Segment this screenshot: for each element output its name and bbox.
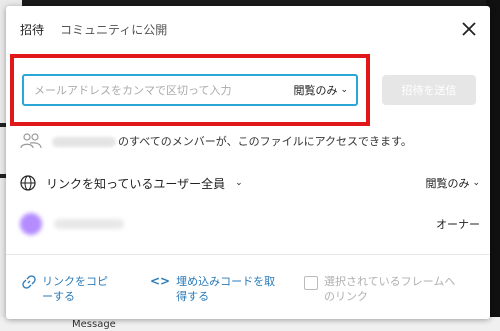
code-icon: <>: [150, 274, 171, 288]
team-name-redacted: [52, 137, 116, 147]
embed-label-line2: 得する: [176, 290, 210, 303]
send-invite-button[interactable]: 招待を送信: [382, 75, 476, 105]
frame-link-checkbox[interactable]: [304, 276, 318, 290]
link-access-dropdown[interactable]: リンクを知っているユーザー全員 ⌄: [20, 175, 243, 192]
background-text: Message: [72, 319, 116, 330]
link-permission-dropdown[interactable]: 閲覧のみ ⌄: [425, 175, 480, 191]
copy-link-button[interactable]: リンクをコピ ーする: [22, 274, 108, 304]
embed-label-line1: 埋め込みコードを取: [176, 275, 276, 288]
globe-icon: [20, 175, 36, 191]
chevron-down-icon: ⌄: [472, 178, 480, 188]
link-icon: [22, 275, 36, 289]
chevron-down-icon: ⌄: [340, 85, 348, 95]
tab-publish-community[interactable]: コミュニティに公開: [60, 21, 167, 38]
link-access-row: リンクを知っているユーザー全員 ⌄ 閲覧のみ ⌄: [20, 166, 480, 200]
team-access-row: のすべてのメンバーが、このファイルにアクセスできます。: [20, 126, 480, 156]
frame-link-option[interactable]: 選択されているフレームへ のリンク: [304, 274, 455, 304]
email-input[interactable]: [32, 82, 294, 98]
dialog-footer: リンクをコピ ーする <> 埋め込みコードを取 得する 選択されているフレームへ…: [6, 266, 490, 312]
owner-row: オーナー: [20, 204, 480, 244]
frame-link-label-line1: 選択されているフレームへ: [324, 275, 456, 288]
owner-name-redacted: [54, 219, 124, 229]
share-dialog: 招待 コミュニティに公開 閲覧のみ ⌄ 招待を送信 のすべてのメンバーが、このフ…: [6, 6, 490, 319]
invite-permission-dropdown[interactable]: 閲覧のみ ⌄: [293, 82, 348, 98]
dialog-tabs: 招待 コミュニティに公開: [6, 6, 167, 52]
tab-invite[interactable]: 招待: [20, 21, 44, 38]
chevron-down-icon: ⌄: [235, 178, 243, 188]
close-icon[interactable]: [460, 20, 478, 38]
copy-link-label-line2: ーする: [42, 290, 75, 303]
frame-link-label-line2: のリンク: [324, 290, 368, 303]
invite-permission-label: 閲覧のみ: [293, 84, 338, 97]
link-access-label: リンクを知っているユーザー全員: [46, 176, 226, 191]
background-panel-bottom: Message: [0, 317, 500, 331]
copy-link-label-line1: リンクをコピ: [42, 275, 108, 288]
team-access-text: のすべてのメンバーが、このファイルにアクセスできます。: [118, 135, 412, 148]
embed-code-button[interactable]: <> 埋め込みコードを取 得する: [150, 274, 275, 304]
footer-divider: [6, 254, 490, 255]
avatar: [20, 213, 42, 235]
invite-email-field[interactable]: 閲覧のみ ⌄: [22, 74, 358, 106]
link-permission-label: 閲覧のみ: [425, 177, 470, 190]
owner-role-label: オーナー: [436, 218, 480, 231]
users-icon: [20, 133, 42, 149]
